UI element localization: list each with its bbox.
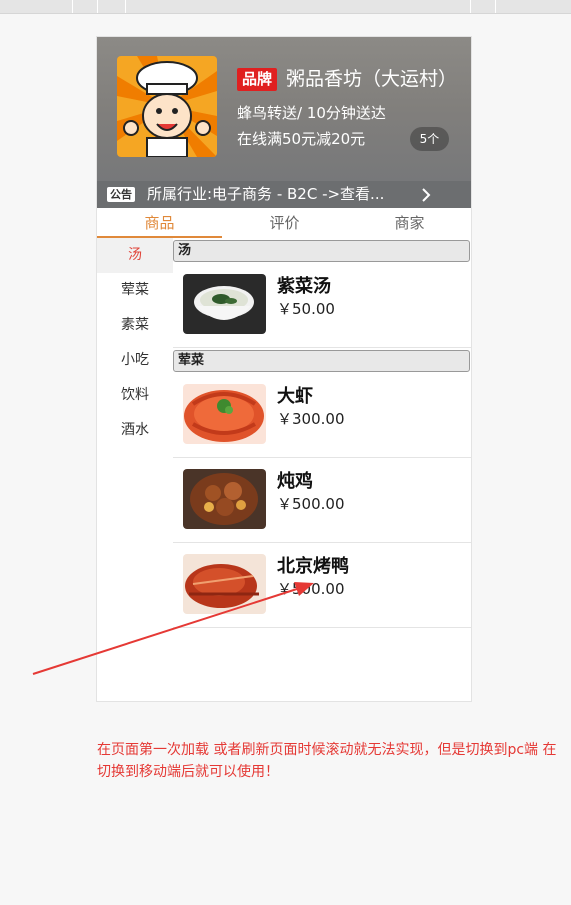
food-name: 紫菜汤 — [277, 276, 331, 297]
food-item[interactable]: 北京烤鸭 ￥500.00 — [173, 544, 471, 628]
shop-name: 粥品香坊（大运村） — [286, 68, 458, 90]
delivery-info: 蜂鸟转送/ 10分钟送达 — [237, 104, 386, 122]
section-header-soup: 汤 — [173, 240, 470, 262]
food-item[interactable]: 紫菜汤 ￥50.00 — [173, 264, 471, 348]
food-item[interactable]: 大虾 ￥300.00 — [173, 374, 471, 458]
food-price: ￥500.00 — [277, 580, 345, 598]
food-list[interactable]: 汤 紫菜汤 ￥50.00 荤菜 大虾 ￥300.00 炖鸡 ￥500.00 北京… — [173, 238, 471, 701]
tab-ratings[interactable]: 评价 — [222, 208, 347, 238]
sidebar-item-meat[interactable]: 荤菜 — [97, 273, 173, 308]
food-image-stewed-chicken — [183, 469, 266, 529]
section-header-meat: 荤菜 — [173, 350, 470, 372]
toolbar-segment — [443, 0, 471, 13]
food-name: 炖鸡 — [277, 471, 313, 492]
notice-text: 所属行业:电子商务 - B2C ->查看... — [147, 185, 385, 203]
food-name: 大虾 — [277, 386, 313, 407]
food-price: ￥300.00 — [277, 410, 345, 428]
tab-seller[interactable]: 商家 — [347, 208, 471, 238]
toolbar-segment — [0, 0, 73, 13]
mobile-preview-frame: 品牌 粥品香坊（大运村） 蜂鸟转送/ 10分钟送达 在线满50元减20元 5个 … — [96, 36, 472, 702]
shop-header: 品牌 粥品香坊（大运村） 蜂鸟转送/ 10分钟送达 在线满50元减20元 5个 — [97, 37, 471, 181]
toolbar-segment — [98, 0, 126, 13]
promo-count-button[interactable]: 5个 — [410, 127, 449, 151]
chevron-right-icon — [417, 186, 435, 204]
shop-logo — [117, 56, 217, 157]
promo-text: 在线满50元减20元 — [237, 130, 366, 148]
sidebar-item-snack[interactable]: 小吃 — [97, 343, 173, 378]
sidebar-item-vegetable[interactable]: 素菜 — [97, 308, 173, 343]
food-image-shrimp — [183, 384, 266, 444]
notice-bar[interactable]: 公告 所属行业:电子商务 - B2C ->查看... — [97, 181, 471, 208]
category-sidebar: 汤 荤菜 素菜 小吃 饮料 酒水 — [97, 238, 173, 701]
browser-toolbar-strip — [0, 0, 571, 14]
annotation-note: 在页面第一次加载 或者刷新页面时候滚动就无法实现，但是切换到pc端 在切换到移动… — [97, 742, 557, 780]
sidebar-item-drink[interactable]: 饮料 — [97, 378, 173, 413]
sidebar-item-liquor[interactable]: 酒水 — [97, 413, 173, 448]
food-image-seaweed-soup — [183, 274, 266, 334]
food-price: ￥500.00 — [277, 495, 345, 513]
toolbar-segment — [73, 0, 98, 13]
food-price: ￥50.00 — [277, 300, 335, 318]
toolbar-segment — [471, 0, 496, 13]
sidebar-item-soup[interactable]: 汤 — [97, 238, 173, 273]
food-name: 北京烤鸭 — [277, 556, 349, 577]
food-item[interactable]: 炖鸡 ￥500.00 — [173, 459, 471, 543]
food-image-roast-duck — [183, 554, 266, 614]
tab-bar: 商品 评价 商家 — [97, 208, 471, 238]
tab-goods[interactable]: 商品 — [97, 208, 222, 238]
notice-tag: 公告 — [107, 187, 135, 202]
brand-badge: 品牌 — [237, 68, 277, 91]
